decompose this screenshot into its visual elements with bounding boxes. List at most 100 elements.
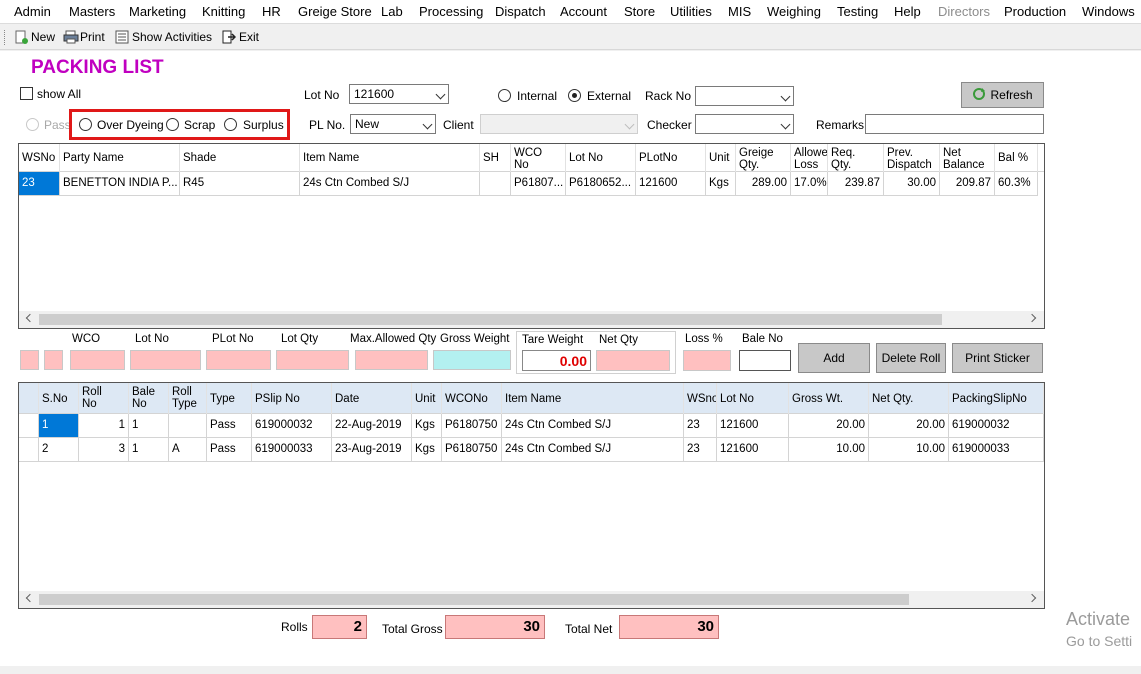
scroll-right-icon[interactable]	[1027, 313, 1037, 323]
col-lot-no[interactable]: Lot No	[566, 144, 636, 172]
cell-unit[interactable]: Kgs	[412, 414, 442, 438]
col-sno[interactable]: S.No	[39, 383, 79, 414]
col-allowed-loss[interactable]: Allowe Loss	[791, 144, 828, 172]
cell-item-name[interactable]: 24s Ctn Combed S/J	[300, 172, 480, 196]
cell-date[interactable]: 23-Aug-2019	[332, 438, 412, 462]
loss-pct-input[interactable]	[683, 350, 731, 371]
cell-req-qty[interactable]: 239.87	[828, 172, 884, 196]
delete-roll-button[interactable]: Delete Roll	[876, 343, 946, 373]
menu-greige-store[interactable]: Greige Store	[298, 4, 372, 19]
col-pslip-no[interactable]: PSlip No	[252, 383, 332, 414]
col-lot-no[interactable]: Lot No	[717, 383, 789, 414]
col-roll-type[interactable]: Roll Type	[169, 383, 207, 414]
menu-masters[interactable]: Masters	[69, 4, 115, 19]
entry-field-2[interactable]	[44, 350, 63, 370]
cell-net-balance[interactable]: 209.87	[940, 172, 995, 196]
surplus-radio[interactable]	[224, 118, 237, 131]
cell-roll-type[interactable]: A	[169, 438, 207, 462]
col-roll-no[interactable]: Roll No	[79, 383, 129, 414]
row-header[interactable]	[19, 414, 39, 438]
cell-lot-no[interactable]: P6180652...	[566, 172, 636, 196]
lot-details-grid[interactable]: WSNo Party Name Shade Item Name SH WCO N…	[18, 143, 1045, 329]
external-radio[interactable]	[568, 89, 581, 102]
cell-item-name[interactable]: 24s Ctn Combed S/J	[502, 438, 684, 462]
net-qty-input[interactable]	[596, 350, 670, 371]
menu-admin[interactable]: Admin	[14, 4, 51, 19]
menu-processing[interactable]: Processing	[419, 4, 483, 19]
cell-bale-no[interactable]: 1	[129, 414, 169, 438]
cell-gross-wt[interactable]: 20.00	[789, 414, 869, 438]
wco-input[interactable]	[70, 350, 125, 370]
max-allowed-qty-input[interactable]	[355, 350, 428, 370]
show-all-checkbox[interactable]	[20, 87, 33, 100]
gross-weight-input[interactable]	[433, 350, 511, 370]
new-button[interactable]: New	[14, 30, 55, 44]
lot-no-combo[interactable]: 121600	[349, 84, 449, 104]
cell-wcono[interactable]: P6180750	[442, 438, 502, 462]
cell-wsno[interactable]: 23	[684, 438, 717, 462]
menu-production[interactable]: Production	[1004, 4, 1066, 19]
checker-combo[interactable]	[695, 114, 794, 134]
scrap-radio[interactable]	[166, 118, 179, 131]
menu-marketing[interactable]: Marketing	[129, 4, 186, 19]
col-type[interactable]: Type	[207, 383, 252, 414]
cell-sno[interactable]: 2	[39, 438, 79, 462]
cell-gross-wt[interactable]: 10.00	[789, 438, 869, 462]
cell-type[interactable]: Pass	[207, 414, 252, 438]
cell-shade[interactable]: R45	[180, 172, 300, 196]
menu-help[interactable]: Help	[894, 4, 921, 19]
menu-knitting[interactable]: Knitting	[202, 4, 245, 19]
print-button[interactable]: Print	[63, 30, 105, 44]
cell-packing-slip-no[interactable]: 619000033	[949, 438, 1044, 462]
cell-net-qty[interactable]: 20.00	[869, 414, 949, 438]
rolls-grid[interactable]: S.No Roll No Bale No Roll Type Type PSli…	[18, 382, 1045, 609]
menu-windows[interactable]: Windows	[1082, 4, 1135, 19]
col-plotno[interactable]: PLotNo	[636, 144, 706, 172]
col-item-name[interactable]: Item Name	[300, 144, 480, 172]
horizontal-scrollbar[interactable]	[19, 311, 1044, 328]
cell-greige-qty[interactable]: 289.00	[736, 172, 791, 196]
cell-bal-pct[interactable]: 60.3%	[995, 172, 1038, 196]
print-sticker-button[interactable]: Print Sticker	[952, 343, 1043, 373]
internal-radio[interactable]	[498, 89, 511, 102]
col-greige-qty[interactable]: Greige Qty.	[736, 144, 791, 172]
cell-bale-no[interactable]: 1	[129, 438, 169, 462]
cell-date[interactable]: 22-Aug-2019	[332, 414, 412, 438]
menu-mis[interactable]: MIS	[728, 4, 751, 19]
col-item-name[interactable]: Item Name	[502, 383, 684, 414]
menu-account[interactable]: Account	[560, 4, 607, 19]
cell-sh[interactable]	[480, 172, 511, 196]
col-date[interactable]: Date	[332, 383, 412, 414]
col-gross-wt[interactable]: Gross Wt.	[789, 383, 869, 414]
cell-plotno[interactable]: 121600	[636, 172, 706, 196]
col-wsno[interactable]: WSno	[684, 383, 717, 414]
cell-wcono[interactable]: P6180750	[442, 414, 502, 438]
col-req-qty[interactable]: Req. Qty.	[828, 144, 884, 172]
rack-no-combo[interactable]	[695, 86, 794, 106]
plot-no-input[interactable]	[206, 350, 271, 370]
cell-roll-no[interactable]: 1	[79, 414, 129, 438]
cell-lot-no[interactable]: 121600	[717, 414, 789, 438]
lot-qty-input[interactable]	[276, 350, 349, 370]
scrollbar-thumb[interactable]	[39, 314, 942, 325]
menu-directors[interactable]: Directors	[938, 4, 990, 19]
cell-packing-slip-no[interactable]: 619000032	[949, 414, 1044, 438]
cell-wco-no[interactable]: P61807...	[511, 172, 566, 196]
cell-unit[interactable]: Kgs	[706, 172, 736, 196]
exit-button[interactable]: Exit	[222, 30, 259, 44]
col-prev-dispatch[interactable]: Prev. Dispatch	[884, 144, 940, 172]
cell-type[interactable]: Pass	[207, 438, 252, 462]
scrollbar-thumb[interactable]	[39, 594, 909, 605]
cell-prev-dispatch[interactable]: 30.00	[884, 172, 940, 196]
cell-lot-no[interactable]: 121600	[717, 438, 789, 462]
col-bal-pct[interactable]: Bal %	[995, 144, 1038, 172]
menu-hr[interactable]: HR	[262, 4, 281, 19]
pl-no-combo[interactable]: New	[350, 114, 436, 134]
cell-roll-no[interactable]: 3	[79, 438, 129, 462]
scroll-left-icon[interactable]	[25, 593, 35, 603]
horizontal-scrollbar[interactable]	[19, 591, 1044, 608]
cell-sno[interactable]: 1	[39, 414, 79, 438]
menu-store[interactable]: Store	[624, 4, 655, 19]
menu-dispatch[interactable]: Dispatch	[495, 4, 546, 19]
tare-weight-input[interactable]: 0.00	[522, 350, 591, 371]
